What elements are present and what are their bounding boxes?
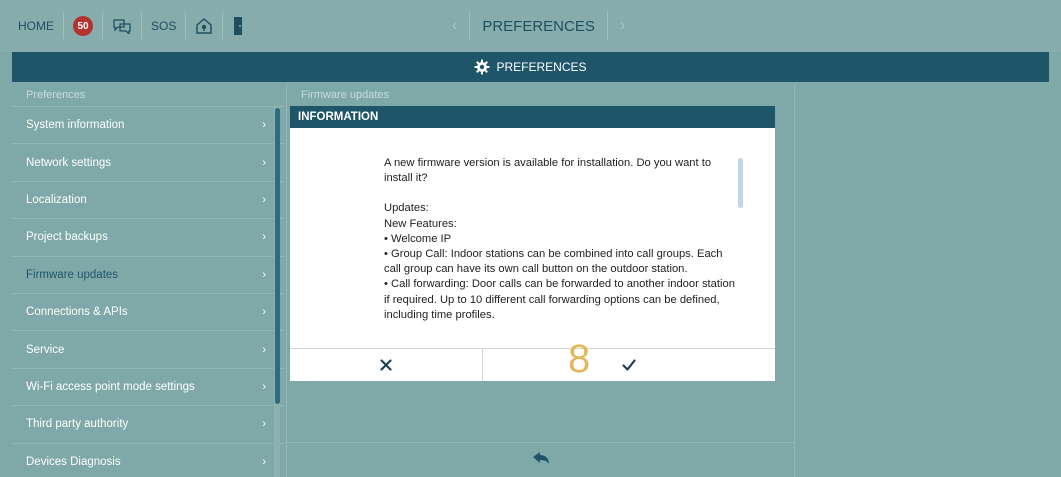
dialog-intro: A new firmware version is available for …: [384, 157, 712, 185]
house-alarm-icon: [196, 18, 213, 34]
chevron-right-icon: ›: [262, 343, 266, 356]
menu-item-localization[interactable]: Localization ›: [12, 180, 284, 219]
cancel-button[interactable]: [290, 349, 483, 381]
menu-item-devices-diagnosis[interactable]: Devices Diagnosis ›: [12, 442, 284, 477]
menu-item-network-settings[interactable]: Network settings ›: [12, 143, 284, 181]
top-bar: HOME 50 SOS ‹ PREFERENCES ›: [0, 0, 1061, 52]
back-bar: [286, 442, 795, 472]
sos-label: SOS: [151, 19, 177, 33]
menu-item-label: System information: [26, 119, 125, 132]
chevron-right-icon: ›: [262, 119, 266, 132]
content-title: Firmware updates: [301, 89, 390, 101]
header-title: PREFERENCES: [496, 60, 587, 74]
gear-icon: [474, 59, 490, 75]
menu-item-label: Third party authority: [26, 418, 129, 431]
menu-item-label: Service: [26, 343, 65, 356]
feature-item: • Group Call: Indoor stations can be com…: [384, 248, 723, 276]
divider: [102, 13, 103, 39]
checkmark-icon: [622, 359, 636, 371]
page-title: PREFERENCES: [469, 12, 608, 40]
divider: [141, 13, 142, 39]
updates-label: Updates:: [384, 202, 429, 215]
home-button[interactable]: HOME: [12, 12, 60, 40]
chevron-right-icon: ›: [262, 306, 266, 319]
menu-item-label: Localization: [26, 193, 87, 206]
menu-item-wifi-access-point[interactable]: Wi-Fi access point mode settings ›: [12, 367, 284, 406]
chevron-right-icon: ›: [262, 193, 266, 206]
notifications-button[interactable]: 50: [67, 12, 99, 40]
chevron-right-icon: ›: [262, 380, 266, 393]
menu-item-firmware-updates[interactable]: Firmware updates ›: [12, 255, 284, 293]
top-nav: HOME 50 SOS: [12, 12, 250, 40]
sos-button[interactable]: SOS: [145, 12, 182, 40]
chevron-right-icon: ›: [262, 156, 266, 169]
chat-bubbles-icon: [113, 19, 131, 34]
feature-item: • Call forwarding: Door calls can be for…: [384, 278, 735, 321]
menu-title: Preferences: [26, 89, 86, 101]
title-nav: ‹ PREFERENCES ›: [440, 12, 637, 40]
dialog-scroll-thumb[interactable]: [738, 158, 743, 208]
feature-item: • Welcome IP: [384, 232, 452, 245]
divider: [185, 13, 187, 39]
menu-item-label: Network settings: [26, 156, 112, 169]
menu-item-third-party-authority[interactable]: Third party authority ›: [12, 405, 284, 443]
section-header: PREFERENCES: [12, 52, 1049, 82]
menu-item-label: Firmware updates: [26, 268, 119, 281]
previous-page-icon[interactable]: ‹: [440, 17, 469, 35]
menu-item-label: Wi-Fi access point mode settings: [26, 380, 195, 393]
menu-item-system-information[interactable]: System information ›: [12, 106, 284, 144]
door-icon: [234, 17, 243, 35]
information-dialog: INFORMATION A new firmware version is av…: [290, 106, 775, 381]
chevron-right-icon: ›: [262, 455, 266, 468]
confirm-button[interactable]: 8: [483, 339, 775, 381]
chevron-right-icon: ›: [262, 268, 266, 281]
safety-button[interactable]: [189, 12, 219, 40]
features-label: New Features:: [384, 217, 457, 230]
door-button[interactable]: [226, 12, 250, 40]
menu-item-label: Devices Diagnosis: [26, 455, 121, 468]
menu-item-connections-apis[interactable]: Connections & APIs ›: [12, 292, 284, 331]
menu-item-label: Connections & APIs: [26, 306, 128, 319]
next-page-icon[interactable]: ›: [608, 17, 637, 35]
divider: [63, 13, 64, 39]
menu-item-service[interactable]: Service ›: [12, 330, 284, 368]
messages-button[interactable]: [106, 12, 138, 40]
dialog-message: A new firmware version is available for …: [384, 156, 739, 321]
menu-scroll-thumb[interactable]: [275, 108, 280, 404]
dialog-footer: 8: [290, 339, 775, 381]
menu-item-project-backups[interactable]: Project backups ›: [12, 218, 284, 256]
dialog-title: INFORMATION: [290, 106, 775, 128]
menu-item-label: Project backups: [26, 231, 108, 244]
step-number: 8: [568, 337, 591, 381]
divider: [222, 13, 224, 39]
notification-badge: 50: [73, 16, 93, 36]
chevron-right-icon: ›: [262, 231, 266, 244]
back-arrow-icon[interactable]: [532, 451, 550, 465]
preferences-menu: Preferences System information › Network…: [12, 84, 284, 477]
close-icon: [380, 359, 392, 371]
chevron-right-icon: ›: [262, 418, 266, 431]
